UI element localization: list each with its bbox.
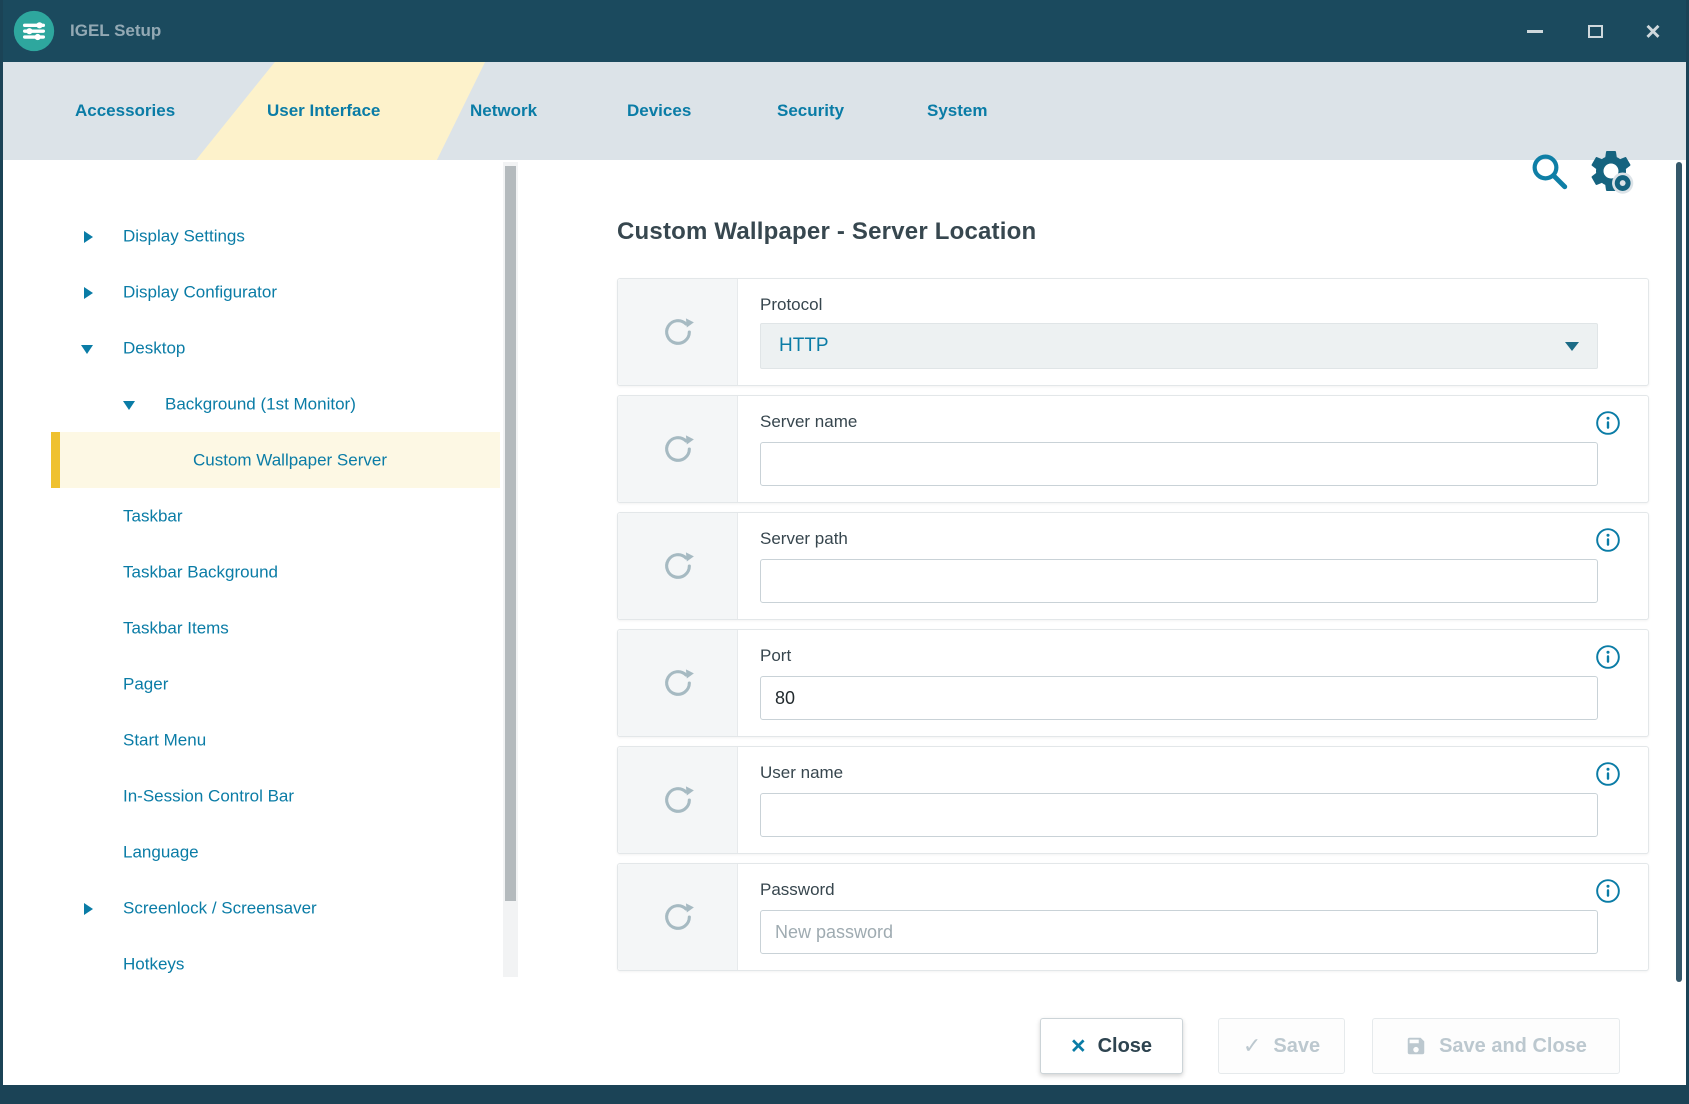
reset-icon[interactable] [661,783,695,817]
chevron-right-icon[interactable] [81,231,99,243]
chevron-right-icon[interactable] [81,287,99,299]
content-area: Display Settings Display Configurator De… [3,160,1686,1085]
tab-devices[interactable]: Devices [627,62,691,160]
settings-gear-eye-icon[interactable] [1586,146,1636,196]
sidebar-item-custom-wallpaper-server[interactable]: Custom Wallpaper Server [51,432,500,488]
save-and-close-button-label: Save and Close [1439,1035,1587,1058]
sidebar-scrollbar-thumb[interactable] [505,166,516,901]
check-icon: ✓ [1243,1035,1261,1057]
form-cards: Protocol HTTP [617,278,1649,980]
footer-bar: × Close ✓ Save Save and Close [0,1010,1689,1085]
reset-column [618,513,738,619]
main-panel: Custom Wallpaper - Server Location Proto… [614,160,1664,1085]
tab-security[interactable]: Security [777,62,844,160]
sidebar-scrollbar[interactable] [503,162,518,977]
igel-setup-window: IGEL Setup × Accessories User Interface … [0,0,1689,1104]
sidebar-item-in-session-control-bar[interactable]: In-Session Control Bar [51,768,500,824]
info-icon[interactable] [1595,644,1621,670]
field-card-password: Password [617,863,1649,971]
reset-icon[interactable] [661,900,695,934]
chevron-down-icon [1565,342,1579,351]
port-input[interactable] [760,676,1598,720]
close-button-label: Close [1098,1035,1152,1058]
maximize-icon [1588,25,1603,38]
tab-accessories[interactable]: Accessories [75,62,175,160]
window-border-bottom [0,1085,1689,1104]
sidebar-item-taskbar-items[interactable]: Taskbar Items [51,600,500,656]
password-input[interactable] [760,910,1598,954]
sidebar-item-taskbar-background[interactable]: Taskbar Background [51,544,500,600]
igel-logo-icon [12,9,56,53]
field-label-server-path: Server path [760,529,1648,549]
sidebar-item-hotkeys[interactable]: Hotkeys [51,936,500,992]
sidebar-item-start-menu[interactable]: Start Menu [51,712,500,768]
sidebar-item-background-1st-monitor[interactable]: Background (1st Monitor) [51,376,500,432]
field-card-user-name: User name [617,746,1649,854]
save-button-label: Save [1273,1035,1320,1058]
info-icon[interactable] [1595,527,1621,553]
maximize-button[interactable] [1573,0,1617,62]
field-label-server-name: Server name [760,412,1648,432]
sidebar-item-language[interactable]: Language [51,824,500,880]
save-and-close-button[interactable]: Save and Close [1372,1018,1620,1074]
field-card-port: Port [617,629,1649,737]
reset-icon[interactable] [661,549,695,583]
info-icon[interactable] [1595,761,1621,787]
window-title: IGEL Setup [70,0,161,62]
server-name-input[interactable] [760,442,1598,486]
field-label-password: Password [760,880,1648,900]
tab-bar: Accessories User Interface Network Devic… [0,62,1689,160]
close-x-icon: × [1071,1034,1086,1059]
reset-icon[interactable] [661,432,695,466]
chevron-down-icon[interactable] [123,399,141,411]
reset-column [618,630,738,736]
protocol-select[interactable]: HTTP [760,323,1598,369]
reset-column [618,279,738,385]
reset-icon[interactable] [661,315,695,349]
field-label-port: Port [760,646,1648,666]
field-card-server-path: Server path [617,512,1649,620]
save-button[interactable]: ✓ Save [1218,1018,1345,1074]
page-title: Custom Wallpaper - Server Location [617,218,1036,246]
sidebar-item-taskbar[interactable]: Taskbar [51,488,500,544]
sidebar-item-screenlock-screensaver[interactable]: Screenlock / Screensaver [51,880,500,936]
titlebar: IGEL Setup × [0,0,1689,62]
minimize-icon [1527,30,1543,33]
reset-icon[interactable] [661,666,695,700]
minimize-button[interactable] [1513,0,1557,62]
window-border-left [0,0,3,1104]
sidebar-item-display-settings[interactable]: Display Settings [51,208,500,264]
tab-user-interface[interactable]: User Interface [267,62,380,160]
field-card-server-name: Server name [617,395,1649,503]
field-label-user-name: User name [760,763,1648,783]
reset-column [618,396,738,502]
main-scrollbar-thumb[interactable] [1676,162,1682,982]
floppy-disk-icon [1405,1035,1427,1057]
field-card-protocol: Protocol HTTP [617,278,1649,386]
tab-system[interactable]: System [927,62,987,160]
tab-network[interactable]: Network [470,62,537,160]
info-icon[interactable] [1595,410,1621,436]
nav-tree: Display Settings Display Configurator De… [3,208,500,992]
close-button[interactable]: × Close [1040,1018,1183,1074]
protocol-select-value: HTTP [779,335,829,357]
reset-column [618,747,738,853]
reset-column [618,864,738,970]
search-icon[interactable] [1528,150,1570,192]
server-path-input[interactable] [760,559,1598,603]
close-icon: × [1645,18,1660,44]
close-window-button[interactable]: × [1631,0,1675,62]
sidebar-nav: Display Settings Display Configurator De… [3,160,503,1085]
sidebar-item-display-configurator[interactable]: Display Configurator [51,264,500,320]
sidebar-item-desktop[interactable]: Desktop [51,320,500,376]
chevron-right-icon[interactable] [81,903,99,915]
info-icon[interactable] [1595,878,1621,904]
chevron-down-icon[interactable] [81,343,99,355]
sidebar-item-pager[interactable]: Pager [51,656,500,712]
user-name-input[interactable] [760,793,1598,837]
field-label-protocol: Protocol [760,295,1648,315]
